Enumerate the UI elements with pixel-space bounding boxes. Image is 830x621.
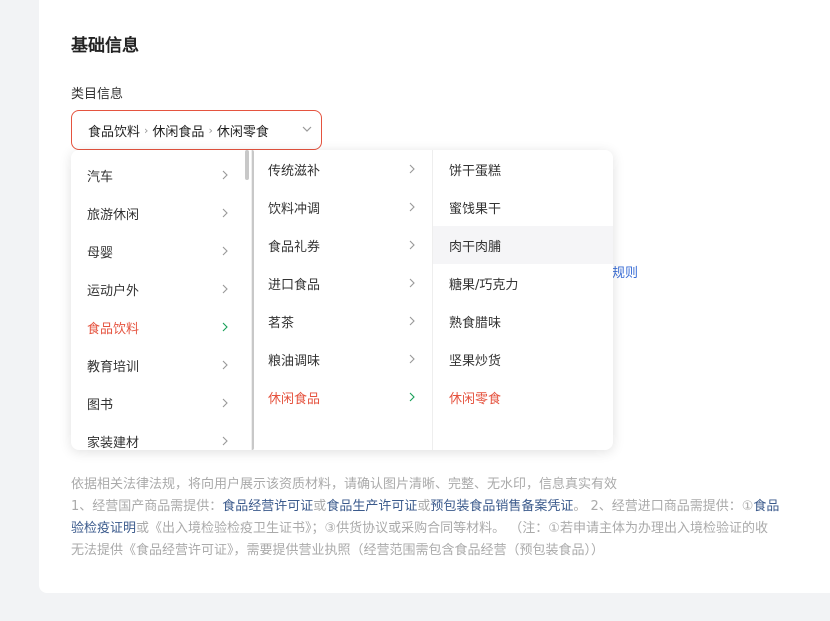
option-label: 图书 [87, 397, 114, 413]
notes-link[interactable]: 食品生产许可证 [326, 499, 417, 514]
cascader-path-2: 休闲食品 [152, 124, 205, 140]
notes-text: 。 2、经营进口商品需提供：① [573, 499, 754, 514]
chevron-right-icon [409, 392, 415, 402]
option-label: 食品饮料 [87, 321, 140, 337]
cascader-option[interactable]: 饮料冲调 [252, 188, 432, 226]
cascader-path-1: 食品饮料 [88, 124, 141, 140]
level3-column: 饼干蛋糕蜜饯果干肉干肉脯糖果/巧克力 熟食腊味坚果炒货休闲零食 [433, 150, 613, 450]
notes-line-3: 验检疫证明或《出入境检验检疫卫生证书》；③供货协议或采购合同等材料。 （注：①若… [71, 518, 779, 540]
option-label: 粮油调味 [268, 353, 321, 369]
notes-link[interactable]: 食品经营许可证 [222, 499, 313, 514]
option-label: 熟食腊味 [449, 315, 502, 331]
option-label: 饼干蛋糕 [449, 163, 502, 179]
option-label: 进口食品 [268, 277, 321, 293]
qualification-notes: 依据相关法律法规，将向用户展示该资质材料，请确认图片清晰、完整、无水印，信息真实… [71, 474, 779, 562]
level1-column: 汽车旅游休闲母婴运动户外食品饮料教育培训图书家装建材 [71, 150, 252, 450]
option-label: 运动户外 [87, 283, 140, 299]
chevron-right-icon [222, 208, 228, 218]
cascader-option[interactable]: 粮油调味 [252, 340, 432, 378]
cascader-option[interactable]: 母婴 [71, 232, 251, 270]
chevron-right-icon [222, 436, 228, 446]
option-label: 汽车 [87, 169, 114, 185]
chevron-right-icon [409, 164, 415, 174]
section-title: 基础信息 [71, 36, 139, 56]
option-label: 休闲零食 [449, 391, 502, 407]
notes-link[interactable]: 食品 [753, 499, 779, 514]
cascader-option[interactable]: 旅游休闲 [71, 194, 251, 232]
notes-line-2: 1、经营国产商品需提供：食品经营许可证或食品生产许可证或预包装食品销售备案凭证。… [71, 496, 779, 518]
notes-link[interactable]: 预包装食品销售备案凭证 [430, 499, 573, 514]
cascader-option[interactable]: 休闲零食 [433, 378, 613, 416]
notes-text: 1、经营国产商品需提供： [71, 499, 223, 514]
cascader-option[interactable]: 教育培训 [71, 346, 251, 384]
notes-text: 或《出入境检验检疫卫生证书》；③供货协议或采购合同等材料。 （注：①若申请主体为… [136, 521, 768, 536]
cascader-option[interactable]: 茗茶 [252, 302, 432, 340]
option-label: 糖果/巧克力 [449, 277, 519, 293]
notes-link[interactable]: 验检疫证明 [71, 521, 136, 536]
cascader-option[interactable]: 休闲食品 [252, 378, 432, 416]
cascader-option[interactable]: 进口食品 [252, 264, 432, 302]
category-cascader[interactable]: 食品饮料 › 休闲食品 › 休闲零食 [71, 110, 322, 150]
option-label: 茗茶 [268, 315, 295, 331]
chevron-right-icon [409, 316, 415, 326]
option-label: 休闲食品 [268, 391, 321, 407]
option-label: 旅游休闲 [87, 207, 140, 223]
chevron-right-icon [222, 246, 228, 256]
cascader-dropdown: 汽车旅游休闲母婴运动户外食品饮料教育培训图书家装建材 传统滋补饮料冲调食品礼券进… [71, 150, 613, 450]
cascader-option[interactable]: 糖果/巧克力 [433, 264, 613, 302]
chevron-right-icon [409, 354, 415, 364]
cascader-option[interactable]: 坚果炒货 [433, 340, 613, 378]
option-label: 蜜饯果干 [449, 201, 502, 217]
option-label: 传统滋补 [268, 163, 321, 179]
cascader-option[interactable]: 图书 [71, 384, 251, 422]
cascader-option[interactable]: 熟食腊味 [433, 302, 613, 340]
notes-line-4: 无法提供《食品经营许可证》，需要提供营业执照（经营范围需包含食品经营（预包装食品… [71, 543, 605, 558]
chevron-right-icon [222, 170, 228, 180]
cascader-option[interactable]: 蜜饯果干 [433, 188, 613, 226]
notes-line-1: 依据相关法律法规，将向用户展示该资质材料，请确认图片清晰、完整、无水印，信息真实… [71, 477, 618, 492]
cascader-path-3: 休闲零食 [216, 124, 269, 140]
scrollbar[interactable] [252, 150, 254, 450]
cascader-option[interactable]: 传统滋补 [252, 150, 432, 188]
chevron-right-icon [222, 284, 228, 294]
cascader-option[interactable]: 肉干肉脯 [433, 226, 613, 264]
option-label: 坚果炒货 [449, 353, 502, 369]
cascader-separator: › [208, 123, 213, 137]
chevron-down-icon [302, 126, 312, 132]
chevron-right-icon [222, 322, 228, 332]
option-label: 饮料冲调 [268, 201, 321, 217]
chevron-right-icon [409, 202, 415, 212]
option-label: 肉干肉脯 [449, 239, 502, 255]
cascader-option[interactable]: 饼干蛋糕 [433, 150, 613, 188]
level2-column: 传统滋补饮料冲调食品礼券进口食品茗茶粮油调味休闲食品 [252, 150, 433, 450]
cascader-option[interactable]: 食品礼券 [252, 226, 432, 264]
cascader-option[interactable]: 运动户外 [71, 270, 251, 308]
option-label: 教育培训 [87, 359, 140, 375]
chevron-right-icon [409, 240, 415, 250]
rules-link[interactable]: 规则 [612, 262, 638, 281]
scrollbar[interactable] [245, 150, 249, 180]
cascader-separator: › [144, 123, 149, 137]
cascader-option[interactable]: 家装建材 [71, 422, 251, 450]
cascader-option[interactable]: 汽车 [71, 156, 251, 194]
cascader-option[interactable]: 食品饮料 [71, 308, 251, 346]
chevron-right-icon [409, 278, 415, 288]
chevron-right-icon [222, 360, 228, 370]
notes-text: 或 [417, 499, 431, 514]
category-label: 类目信息 [71, 87, 124, 102]
option-label: 母婴 [87, 245, 114, 261]
notes-text: 或 [313, 499, 327, 514]
option-label: 食品礼券 [268, 239, 321, 255]
option-label: 家装建材 [87, 435, 140, 451]
chevron-right-icon [222, 398, 228, 408]
